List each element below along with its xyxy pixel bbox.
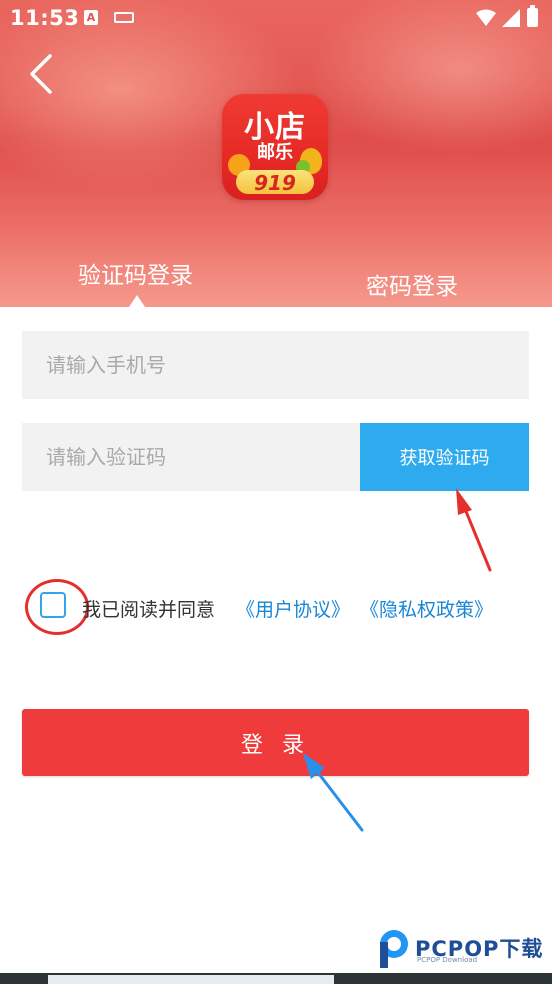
- pcpop-logo-icon: [380, 930, 408, 968]
- active-tab-indicator: [129, 295, 145, 307]
- privacy-policy-link[interactable]: 《隐私权政策》: [360, 595, 493, 622]
- status-bar: 11:53 A: [0, 0, 552, 36]
- a-badge-icon: A: [84, 10, 98, 25]
- system-nav-bar: [0, 973, 552, 984]
- logo-number: 919: [254, 171, 296, 195]
- code-field[interactable]: [22, 423, 360, 491]
- phone-input[interactable]: [22, 331, 529, 399]
- tab-password-login[interactable]: 密码登录: [366, 267, 458, 301]
- agreement-label: 我已阅读并同意: [82, 599, 216, 621]
- phone-field[interactable]: [22, 331, 529, 399]
- watermark-subtitle: PCPOP Download: [417, 956, 478, 964]
- status-time: 11:53: [10, 6, 80, 30]
- signal-icon: [502, 9, 520, 27]
- wifi-icon: [476, 9, 496, 26]
- user-agreement-link[interactable]: 《用户协议》: [236, 595, 350, 622]
- annotation-circle: [25, 579, 89, 635]
- tab-code-login[interactable]: 验证码登录: [78, 256, 193, 290]
- back-button[interactable]: [24, 52, 60, 96]
- header-banner: 11:53 A 小店 邮乐 919 验证码登录 密码登录: [0, 0, 552, 307]
- nav-handle[interactable]: [48, 975, 334, 984]
- code-input[interactable]: [22, 423, 360, 491]
- watermark-logo: PCPOP下载 PCPOP Download: [376, 928, 546, 968]
- keyboard-icon: [114, 12, 134, 23]
- app-logo: 小店 邮乐 919: [222, 94, 328, 200]
- login-button[interactable]: 登 录: [22, 709, 529, 776]
- battery-icon: [527, 5, 538, 27]
- get-code-button[interactable]: 获取验证码: [360, 423, 529, 491]
- chevron-left-icon: [30, 54, 52, 94]
